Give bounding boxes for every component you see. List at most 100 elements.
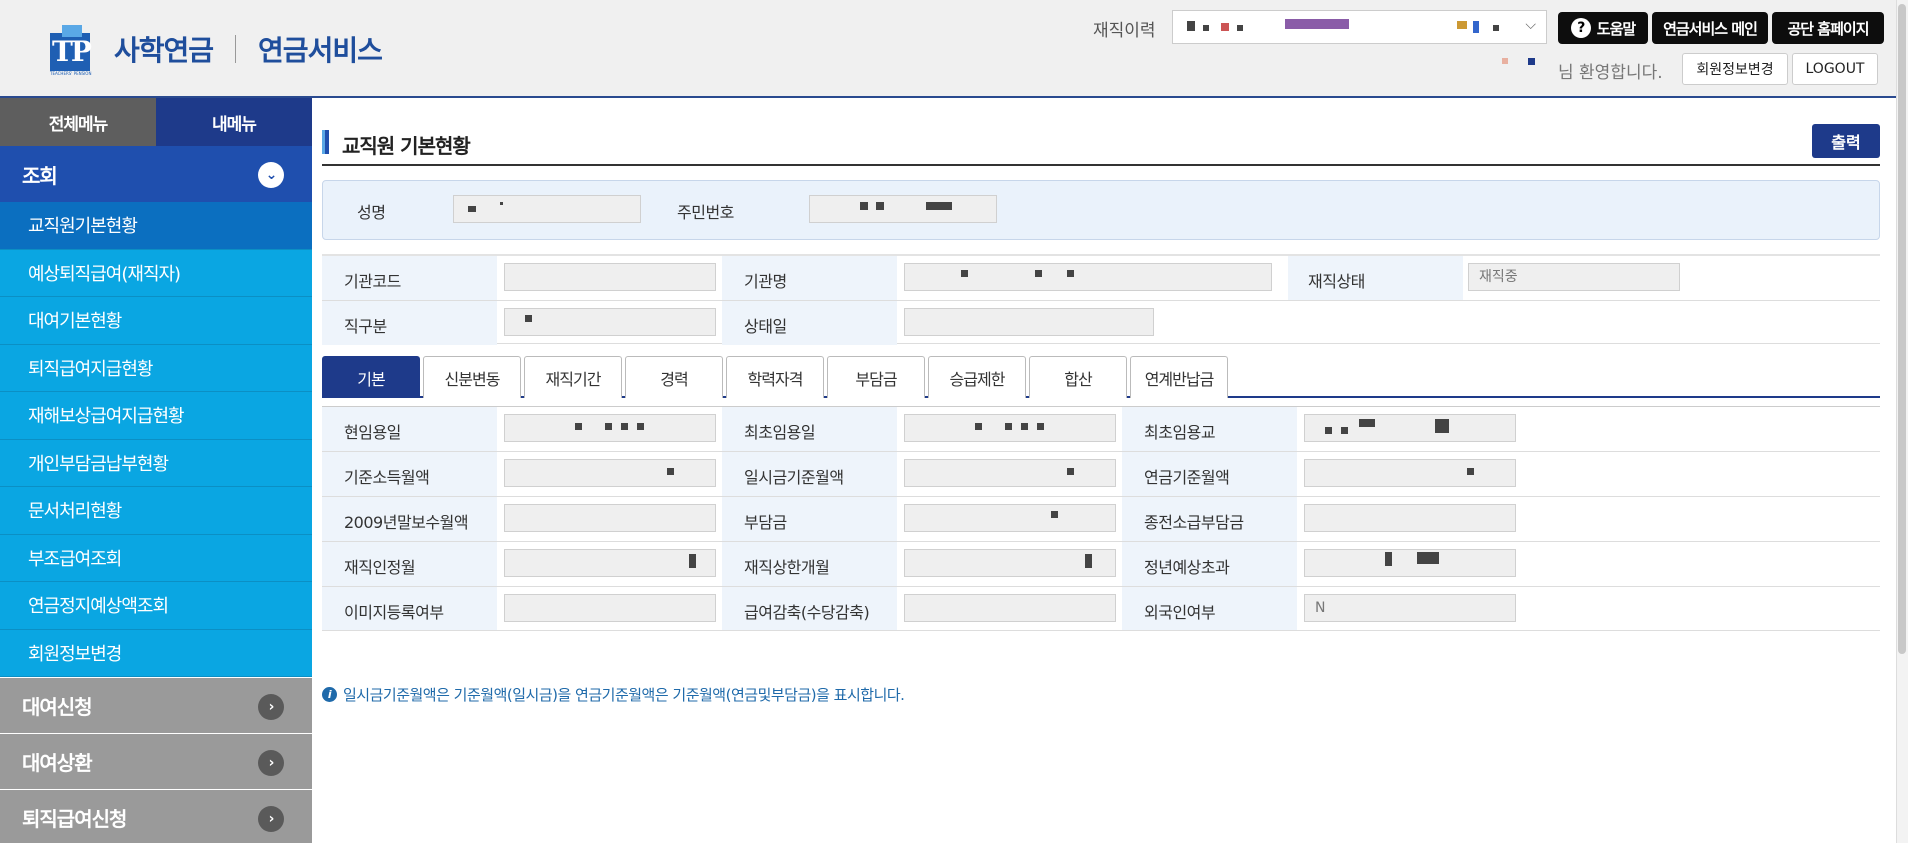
detail-tabs: 기본 신분변동 재직기간 경력 학력자격 부담금 승급제한 합산 연계반납금 xyxy=(322,356,1880,398)
service-months-field xyxy=(504,549,716,577)
chevron-down-icon: ⌵ xyxy=(1525,17,1536,33)
basic-info-grid: 현임용일 최초임용일 최초임용교 기준소득월액 일시금기준월액 연금기준월액 2… xyxy=(322,406,1880,631)
pension-base-label: 연금기준월액 xyxy=(1144,468,1230,487)
page-scrollbar[interactable] xyxy=(1896,0,1908,843)
career-select[interactable]: ⌵ xyxy=(1172,10,1547,44)
menu-item-member-edit[interactable]: 회원정보변경 xyxy=(0,629,312,677)
header: TP TEACHERS' PENSION 사학연금 연금서비스 재직이력 ⌵ ?… xyxy=(0,0,1896,98)
institution-info-table: 기관코드 기관명 재직상태 재직중 직구분 상태일 xyxy=(322,254,1880,345)
rrn-field xyxy=(809,195,997,223)
welcome-text: 님 환영합니다. xyxy=(1558,63,1663,83)
menu-group-retirement-apply[interactable]: 퇴직급여신청 › xyxy=(0,789,312,843)
sidebar: 전체메뉴 내메뉴 조회 ⌄ 교직원기본현황 예상퇴직급여(재직자) 대여기본현황… xyxy=(0,98,312,843)
logo-text: 사학연금 xyxy=(114,34,214,67)
image-registered-field xyxy=(504,594,716,622)
info-note-text: 일시금기준월액은 기준월액(일시금)을 연금기준월액은 기준월액(연금및부담금)… xyxy=(343,686,905,704)
pension-base-field xyxy=(1304,459,1516,487)
menu-item-aid-benefit[interactable]: 부조급여조회 xyxy=(0,534,312,582)
name-field xyxy=(453,195,641,223)
service-limit-field xyxy=(904,549,1116,577)
menu-item-retirement-payment[interactable]: 퇴직급여지급현황 xyxy=(0,344,312,392)
redacted-name xyxy=(1502,58,1508,64)
menu-item-loan-basic[interactable]: 대여기본현황 xyxy=(0,297,312,345)
page-title-row: 교직원 기본현황 출력 xyxy=(322,124,1880,166)
status-date-label: 상태일 xyxy=(744,317,787,336)
job-class-field xyxy=(504,308,716,336)
tab-education[interactable]: 학력자격 xyxy=(726,356,824,398)
status-date-field xyxy=(904,308,1154,336)
info-note: i 일시금기준월액은 기준월액(일시금)을 연금기준월액은 기준월액(연금및부담… xyxy=(322,684,905,705)
service-name: 연금서비스 xyxy=(258,34,383,67)
tab-career[interactable]: 경력 xyxy=(625,356,723,398)
menu-item-pension-suspension[interactable]: 연금정지예상액조회 xyxy=(0,582,312,630)
name-label: 성명 xyxy=(357,203,386,222)
scrollbar-thumb[interactable] xyxy=(1898,4,1906,654)
lump-sum-base-field xyxy=(904,459,1116,487)
tab-my-menu[interactable]: 내메뉴 xyxy=(156,98,312,146)
tab-linked-return[interactable]: 연계반납금 xyxy=(1130,356,1228,398)
contribution-label: 부담금 xyxy=(744,513,787,532)
chevron-right-icon: › xyxy=(258,806,284,832)
first-school-label: 최초임용교 xyxy=(1144,423,1216,442)
tab-contribution[interactable]: 부담금 xyxy=(827,356,925,398)
rrn-label: 주민번호 xyxy=(677,203,734,222)
tab-combined[interactable]: 합산 xyxy=(1029,356,1127,398)
salary-2009-label: 2009년말보수월액 xyxy=(344,513,469,532)
first-appointment-label: 최초임용일 xyxy=(744,423,816,442)
contribution-field xyxy=(904,504,1116,532)
menu-group-inquiry[interactable]: 조회 ⌄ xyxy=(0,146,312,202)
tab-promotion-limit[interactable]: 승급제한 xyxy=(928,356,1026,398)
tab-service-period[interactable]: 재직기간 xyxy=(524,356,622,398)
menu-group-loan-repay[interactable]: 대여상환 › xyxy=(0,733,312,789)
inst-code-field xyxy=(504,263,716,291)
career-label: 재직이력 xyxy=(1093,21,1156,41)
tab-basic[interactable]: 기본 xyxy=(322,356,420,398)
logo[interactable]: TP TEACHERS' PENSION 사학연금 연금서비스 xyxy=(48,20,383,78)
chevron-right-icon: › xyxy=(258,694,284,720)
job-class-label: 직구분 xyxy=(344,317,387,336)
tp-logo-icon: TP TEACHERS' PENSION xyxy=(48,23,108,76)
base-income-label: 기준소득월액 xyxy=(344,468,430,487)
lump-sum-base-label: 일시금기준월액 xyxy=(744,468,844,487)
salary-2009-field xyxy=(504,504,716,532)
menu-item-accident-compensation[interactable]: 재해보상급여지급현황 xyxy=(0,392,312,440)
title-marker xyxy=(322,130,329,154)
inst-name-field xyxy=(904,263,1272,291)
menu-item-personal-contribution[interactable]: 개인부담금납부현황 xyxy=(0,439,312,487)
tab-all-menu[interactable]: 전체메뉴 xyxy=(0,98,156,146)
status-label: 재직상태 xyxy=(1308,272,1365,291)
chevron-down-icon: ⌄ xyxy=(258,162,284,188)
status-field: 재직중 xyxy=(1468,263,1680,291)
logo-divider xyxy=(235,35,237,63)
info-icon: i xyxy=(322,687,337,702)
foreigner-field: N xyxy=(1304,594,1516,622)
chevron-right-icon: › xyxy=(258,750,284,776)
logout-button[interactable]: LOGOUT xyxy=(1792,53,1878,85)
benefit-reduction-label: 급여감축(수당감축) xyxy=(744,603,870,622)
menu-tabs: 전체메뉴 내메뉴 xyxy=(0,98,312,146)
homepage-button[interactable]: 공단 홈페이지 xyxy=(1772,12,1884,44)
page-title: 교직원 기본현황 xyxy=(342,134,471,158)
retirement-excess-field xyxy=(1304,549,1516,577)
current-appointment-label: 현임용일 xyxy=(344,423,401,442)
retroactive-contribution-label: 종전소급부담금 xyxy=(1144,513,1244,532)
inst-code-label: 기관코드 xyxy=(344,272,401,291)
retirement-excess-label: 정년예상초과 xyxy=(1144,558,1230,577)
help-button[interactable]: ? 도움말 xyxy=(1558,12,1648,44)
member-edit-button[interactable]: 회원정보변경 xyxy=(1682,53,1788,85)
menu-group-loan-apply[interactable]: 대여신청 › xyxy=(0,677,312,733)
image-registered-label: 이미지등록여부 xyxy=(344,603,444,622)
retroactive-contribution-field xyxy=(1304,504,1516,532)
pension-main-button[interactable]: 연금서비스 메인 xyxy=(1652,12,1768,44)
menu-item-expected-retirement[interactable]: 예상퇴직급여(재직자) xyxy=(0,249,312,297)
tab-status-change[interactable]: 신분변동 xyxy=(423,356,521,398)
inst-name-label: 기관명 xyxy=(744,272,787,291)
menu-item-document-status[interactable]: 문서처리현황 xyxy=(0,487,312,535)
service-months-label: 재직인정월 xyxy=(344,558,416,577)
benefit-reduction-field xyxy=(904,594,1116,622)
menu-item-staff-basic[interactable]: 교직원기본현황 xyxy=(0,202,312,250)
print-button[interactable]: 출력 xyxy=(1812,124,1880,158)
foreigner-label: 외국인여부 xyxy=(1144,603,1216,622)
identity-box: 성명 주민번호 xyxy=(322,180,1880,240)
base-income-field xyxy=(504,459,716,487)
